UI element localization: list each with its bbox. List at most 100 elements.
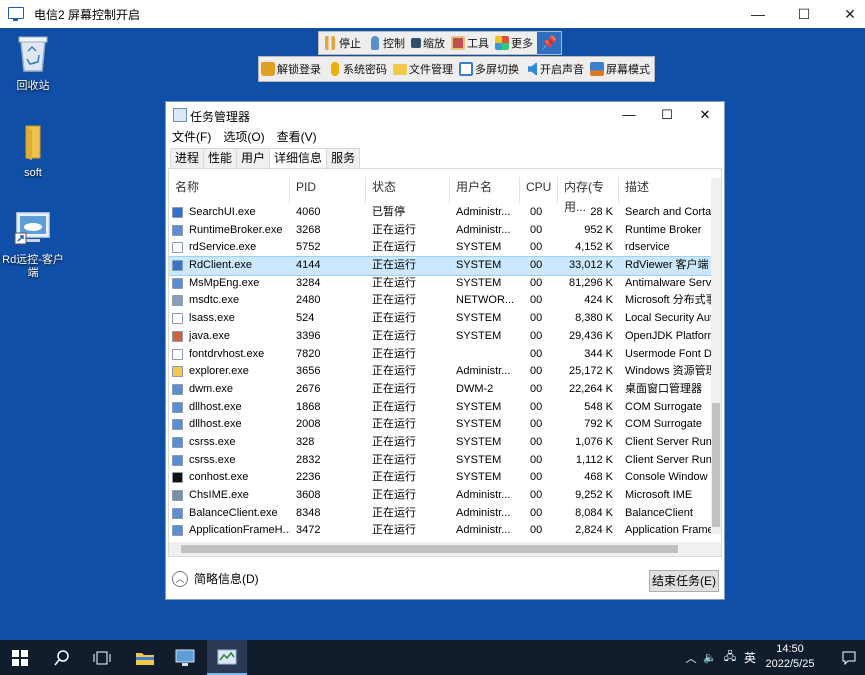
cell-desc: BalanceClient bbox=[625, 506, 693, 519]
horizontal-scrollbar[interactable] bbox=[169, 542, 721, 556]
enable-sound-button[interactable]: 开启声音 bbox=[523, 58, 588, 80]
process-row[interactable]: dwm.exe 2676 正在运行 DWM-2 00 22,264 K 桌面窗口管理器 bbox=[169, 381, 714, 399]
start-button[interactable] bbox=[0, 640, 40, 675]
menu-options[interactable]: 选项(O) bbox=[217, 128, 270, 146]
process-row[interactable]: csrss.exe 328 正在运行 SYSTEM 00 1,076 K Client Se… bbox=[169, 434, 714, 452]
window-title: 电信2 屏幕控制开启 bbox=[34, 8, 141, 22]
tm-maximize-button[interactable]: ☐ bbox=[648, 102, 686, 128]
tools-button[interactable]: 工具 bbox=[449, 32, 493, 54]
process-row[interactable]: SearchUI.exe 4060 已暂停 Administr... 00 28 K Sea… bbox=[169, 204, 714, 222]
taskbar-task-manager[interactable] bbox=[207, 640, 247, 675]
cell-user: SYSTEM bbox=[456, 259, 502, 272]
taskbar-remote-app[interactable] bbox=[165, 640, 205, 675]
cell-cpu: 00 bbox=[530, 312, 543, 325]
tab-details[interactable]: 详细信息 bbox=[269, 148, 328, 170]
menu-view[interactable]: 查看(V) bbox=[271, 128, 323, 146]
process-row[interactable]: csrss.exe 2832 正在运行 SYSTEM 00 1,112 K Client S… bbox=[169, 452, 714, 470]
tab-performance[interactable]: 性能 bbox=[203, 148, 238, 168]
cell-user: SYSTEM bbox=[456, 453, 502, 466]
multi-screen-button[interactable]: 多屏切换 bbox=[457, 58, 523, 80]
process-row[interactable]: lsass.exe 524 正在运行 SYSTEM 00 8,380 K Local Sec… bbox=[169, 310, 714, 328]
screen-mode-button[interactable]: 屏幕模式 bbox=[588, 58, 654, 80]
more-button[interactable]: 更多 bbox=[493, 32, 537, 54]
pin-toolbar-button[interactable]: 📌 bbox=[537, 32, 562, 54]
speaker-mute-icon[interactable]: 🔈 bbox=[700, 651, 720, 664]
file-manager-button[interactable]: 文件管理 bbox=[391, 58, 457, 80]
cell-status: 正在运行 bbox=[372, 276, 416, 289]
zoom-button[interactable]: 缩放 bbox=[409, 32, 449, 54]
process-row[interactable]: dllhost.exe 2008 正在运行 SYSTEM 00 792 K COM Surr… bbox=[169, 416, 714, 434]
cell-user: Administr... bbox=[456, 365, 511, 378]
tab-services[interactable]: 服务 bbox=[326, 148, 361, 168]
hand-icon bbox=[371, 36, 379, 50]
chevron-up-icon[interactable]: ︿ bbox=[682, 650, 700, 666]
cell-user: SYSTEM bbox=[456, 435, 502, 448]
scrollbar-thumb[interactable] bbox=[181, 545, 678, 553]
column-header-description[interactable]: 描述 bbox=[619, 177, 714, 203]
maximize-button[interactable]: ☐ bbox=[781, 0, 827, 28]
task-manager-icon bbox=[173, 108, 187, 122]
process-row[interactable]: dllhost.exe 1868 正在运行 SYSTEM 00 548 K COM Surr… bbox=[169, 399, 714, 417]
tm-minimize-button[interactable]: — bbox=[610, 102, 648, 128]
cell-status: 正在运行 bbox=[372, 382, 416, 395]
process-row[interactable]: conhost.exe 2236 正在运行 SYSTEM 00 468 K Console … bbox=[169, 469, 714, 487]
vertical-scrollbar[interactable] bbox=[711, 178, 721, 534]
tm-close-button[interactable]: ✕ bbox=[686, 102, 724, 128]
end-task-button[interactable]: 结束任务(E) bbox=[649, 570, 719, 592]
cell-user: Administr... bbox=[456, 524, 511, 537]
cell-status: 正在运行 bbox=[372, 400, 416, 413]
tab-users[interactable]: 用户 bbox=[236, 148, 271, 168]
control-button[interactable]: 控制 bbox=[365, 32, 409, 54]
task-view-button[interactable] bbox=[82, 640, 122, 675]
cell-pid: 3472 bbox=[296, 524, 321, 537]
column-header-status[interactable]: 状态 bbox=[366, 177, 450, 203]
process-row[interactable]: ApplicationFrameH... 3472 正在运行 Administr...… bbox=[169, 522, 714, 540]
folder-icon bbox=[393, 63, 407, 75]
cell-cpu: 00 bbox=[530, 365, 543, 378]
taskbar-file-explorer[interactable] bbox=[125, 640, 165, 675]
column-header-pid[interactable]: PID bbox=[290, 177, 366, 203]
column-header-memory[interactable]: 内存(专用... bbox=[558, 177, 619, 214]
network-icon[interactable]: 🖧 bbox=[720, 648, 740, 667]
process-row[interactable]: explorer.exe 3656 正在运行 Administr... 00 25,172… bbox=[169, 363, 714, 381]
column-header-name[interactable]: 名称 bbox=[169, 177, 290, 203]
process-row[interactable]: MsMpEng.exe 3284 正在运行 SYSTEM 00 81,296 K Antim… bbox=[169, 275, 714, 293]
fewer-details-toggle[interactable]: ︿ 简略信息(D) bbox=[172, 570, 259, 587]
process-row[interactable]: RdClient.exe 4144 正在运行 SYSTEM 00 33,012 K RdVi… bbox=[169, 256, 715, 276]
process-row[interactable]: fontdrvhost.exe 7820 正在运行 00 344 K Usermode F… bbox=[169, 346, 714, 364]
cell-mem: 1,112 K bbox=[575, 453, 613, 466]
multi-screen-label: 多屏切换 bbox=[475, 64, 519, 76]
process-row[interactable]: RuntimeBroker.exe 3268 正在运行 Administr... 00 9… bbox=[169, 222, 714, 240]
cell-pid: 7820 bbox=[296, 347, 321, 360]
unlock-login-button[interactable]: 解锁登录 bbox=[259, 58, 325, 80]
stop-button[interactable]: 停止 bbox=[319, 32, 365, 54]
system-password-button[interactable]: 系统密码 bbox=[325, 58, 391, 80]
enable-sound-label: 开启声音 bbox=[540, 64, 584, 76]
cell-cpu: 00 bbox=[530, 471, 543, 484]
close-button[interactable]: ✕ bbox=[827, 0, 865, 28]
cell-user: NETWOR... bbox=[456, 294, 515, 307]
column-header-cpu[interactable]: CPU bbox=[520, 177, 558, 203]
minimize-button[interactable]: — bbox=[735, 0, 781, 28]
screen-mode-label: 屏幕模式 bbox=[606, 64, 650, 76]
cell-user: Administr... bbox=[456, 489, 511, 501]
process-row[interactable]: rdService.exe 5752 正在运行 SYSTEM 00 4,152 K rdse… bbox=[169, 239, 714, 257]
process-row[interactable]: BalanceClient.exe 8348 正在运行 Administr... 00 8… bbox=[169, 505, 714, 523]
cell-user bbox=[450, 346, 520, 364]
tab-processes[interactable]: 进程 bbox=[170, 148, 205, 168]
menu-file[interactable]: 文件(F) bbox=[166, 128, 217, 146]
process-row[interactable]: java.exe 3396 正在运行 SYSTEM 00 29,436 K OpenJDK … bbox=[169, 328, 714, 346]
cell-mem: 792 K bbox=[584, 418, 613, 431]
taskbar-clock[interactable]: 14:50 2022/5/25 bbox=[755, 642, 825, 672]
process-rows: SearchUI.exe 4060 已暂停 Administr... 00 28 K Sea… bbox=[169, 204, 715, 540]
desktop-icon-soft[interactable]: soft bbox=[0, 124, 68, 180]
search-button[interactable] bbox=[42, 640, 82, 675]
column-header-username[interactable]: 用户名 bbox=[450, 177, 520, 203]
process-row[interactable]: msdtc.exe 2480 正在运行 NETWOR... 00 424 K Microso… bbox=[169, 292, 714, 310]
desktop-icon-rd-client[interactable]: Rd远控-客户端 bbox=[0, 211, 68, 280]
desktop-icon-recycle-bin[interactable]: 回收站 bbox=[0, 33, 68, 93]
scrollbar-thumb[interactable] bbox=[712, 403, 720, 527]
cell-name: BalanceClient.exe bbox=[189, 506, 278, 519]
process-row[interactable]: ChsIME.exe 3608 正在运行 Administr... 00 9,252 K M… bbox=[169, 487, 714, 505]
notification-button[interactable] bbox=[834, 640, 864, 675]
